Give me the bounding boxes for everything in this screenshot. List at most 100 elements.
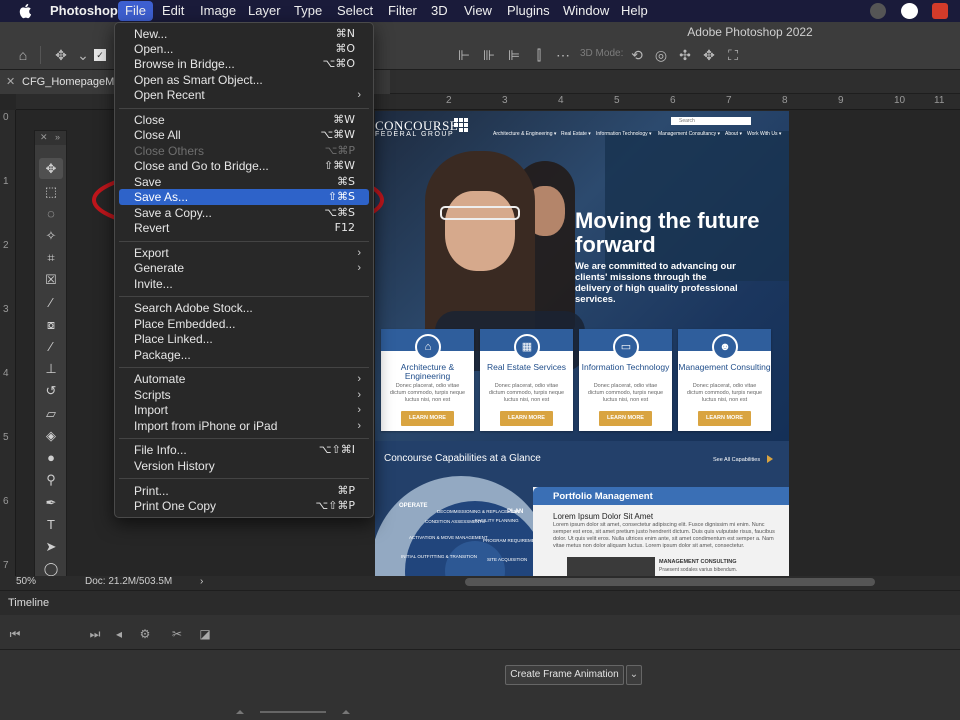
brush-tool[interactable]: ∕	[39, 336, 63, 357]
creative-cloud-icon[interactable]	[901, 3, 918, 19]
document-canvas[interactable]: CONCOURSE FEDERAL GROUP Search Architect…	[375, 111, 789, 576]
3d-slide-icon[interactable]: ✥	[700, 46, 718, 64]
menu-item-place-linked[interactable]: Place Linked...	[119, 331, 369, 347]
menu-item-search-adobe-stock[interactable]: Search Adobe Stock...	[119, 300, 369, 316]
stamp-tool[interactable]: ⊥	[39, 358, 63, 379]
menu-item-version-history[interactable]: Version History	[119, 458, 369, 474]
menu-item-print[interactable]: Print... ⌘P	[119, 483, 369, 499]
menu-item-print-one-copy[interactable]: Print One Copy ⌥⇧⌘P	[119, 498, 369, 514]
expand-icon[interactable]: »	[55, 132, 60, 142]
path-selection-tool[interactable]: ➤	[39, 536, 63, 557]
frame-tool[interactable]: ☒	[39, 269, 63, 290]
zoom-level[interactable]: 50%	[16, 576, 36, 587]
align-right-icon[interactable]: ⊫	[505, 46, 523, 64]
menu-item-file-info[interactable]: File Info... ⌥⇧⌘I	[119, 442, 369, 458]
menu-3d[interactable]: 3D	[424, 0, 455, 22]
menu-item-label: Generate	[134, 261, 185, 275]
menu-window[interactable]: Window	[556, 0, 616, 22]
menu-app-name[interactable]: Photoshop	[43, 0, 125, 22]
tools-panel-grip[interactable]: ✕ »	[35, 131, 66, 145]
apple-logo-icon[interactable]	[18, 3, 32, 19]
chevron-down-icon[interactable]: ⌄	[626, 665, 642, 685]
menu-item-close-all[interactable]: Close All ⌥⌘W	[119, 127, 369, 143]
3d-pan-icon[interactable]: ✣	[676, 46, 694, 64]
settings-gear-icon[interactable]: ⚙	[136, 625, 154, 643]
menu-item-save-a-copy[interactable]: Save a Copy... ⌥⌘S	[119, 205, 369, 221]
type-tool[interactable]: T	[39, 514, 63, 535]
collapse-icon[interactable]: ✕	[40, 132, 48, 143]
transition-icon[interactable]: ◪	[196, 625, 214, 643]
spot-healing-tool[interactable]: ⧇	[39, 314, 63, 335]
timeline-title[interactable]: Timeline	[8, 597, 49, 609]
menu-item-save[interactable]: Save ⌘S	[119, 174, 369, 190]
menu-file[interactable]: File	[118, 1, 153, 21]
menu-select[interactable]: Select	[330, 0, 380, 22]
menu-filter[interactable]: Filter	[381, 0, 424, 22]
menu-view[interactable]: View	[457, 0, 499, 22]
menu-item-close[interactable]: Close ⌘W	[119, 112, 369, 128]
distribute-icon[interactable]: ⫿	[530, 46, 548, 64]
menu-plugins[interactable]: Plugins	[500, 0, 557, 22]
menu-item-open[interactable]: Open... ⌘O	[119, 41, 369, 57]
menu-item-revert[interactable]: Revert F12	[119, 220, 369, 236]
menu-item-scripts[interactable]: Scripts ›	[119, 387, 369, 403]
menu-layer[interactable]: Layer	[241, 0, 288, 22]
learn-more-button: LEARN MORE	[698, 411, 751, 426]
create-frame-animation-button[interactable]: Create Frame Animation	[505, 665, 624, 685]
eraser-tool[interactable]: ▱	[39, 403, 63, 424]
menu-image[interactable]: Image	[193, 0, 243, 22]
menu-item-close-others: Close Others ⌥⌘P	[119, 143, 369, 159]
menu-item-save-as[interactable]: Save As... ⇧⌘S	[119, 189, 369, 205]
history-brush-tool[interactable]: ↺	[39, 380, 63, 401]
horizontal-scrollbar[interactable]	[465, 578, 875, 586]
menu-item-new[interactable]: New... ⌘N	[119, 26, 369, 42]
menu-item-label: Export	[134, 246, 169, 260]
menu-edit[interactable]: Edit	[155, 0, 191, 22]
menu-item-generate[interactable]: Generate ›	[119, 260, 369, 276]
auto-select-checkbox[interactable]: ✓	[94, 49, 106, 61]
align-center-icon[interactable]: ⊪	[480, 46, 498, 64]
menu-item-import[interactable]: Import ›	[119, 402, 369, 418]
move-tool[interactable]: ✥	[39, 158, 63, 179]
more-options-icon[interactable]: ⋯	[554, 46, 572, 64]
split-scissors-icon[interactable]: ✂	[168, 625, 186, 643]
align-left-icon[interactable]: ⊩	[455, 46, 473, 64]
menu-item-shortcut: ⌥⇧⌘I	[318, 443, 355, 456]
menu-item-import-from-iphone-or-ipad[interactable]: Import from iPhone or iPad ›	[119, 418, 369, 434]
magic-wand-tool[interactable]: ✧	[39, 225, 63, 246]
timeline-zoom-slider[interactable]	[230, 709, 370, 715]
menu-item-export[interactable]: Export ›	[119, 245, 369, 261]
menu-item-open-as-smart-object[interactable]: Open as Smart Object...	[119, 72, 369, 88]
pen-tool[interactable]: ✒	[39, 492, 63, 513]
3d-orbit-icon[interactable]: ⟲	[628, 46, 646, 64]
menu-item-place-embedded[interactable]: Place Embedded...	[119, 316, 369, 332]
menu-item-package[interactable]: Package...	[119, 347, 369, 363]
lasso-tool[interactable]: ◌	[39, 203, 63, 224]
3d-roll-icon[interactable]: ◎	[652, 46, 670, 64]
crop-tool[interactable]: ⌗	[39, 247, 63, 268]
blur-tool[interactable]: ●	[39, 447, 63, 468]
menu-item-open-recent[interactable]: Open Recent ›	[119, 87, 369, 103]
home-icon[interactable]: ⌂	[14, 46, 32, 64]
dropbox-icon[interactable]	[932, 3, 948, 19]
user-avatar-icon[interactable]	[870, 3, 886, 19]
move-tool-icon[interactable]: ✥	[52, 46, 70, 64]
marquee-tool[interactable]: ⬚	[39, 181, 63, 202]
wheel-inner-label: SITE ACQUISITION	[487, 557, 528, 562]
chevron-down-icon[interactable]: ⌄	[74, 46, 92, 64]
menu-help[interactable]: Help	[614, 0, 655, 22]
paint-bucket-tool[interactable]: ◈	[39, 425, 63, 446]
dodge-tool[interactable]: ⚲	[39, 469, 63, 490]
close-icon[interactable]: ✕	[6, 70, 15, 94]
menu-item-automate[interactable]: Automate ›	[119, 371, 369, 387]
chevron-right-icon[interactable]: ›	[200, 576, 203, 587]
eyedropper-tool[interactable]: ⁄	[39, 292, 63, 313]
go-to-next-frame-icon[interactable]: ⏭	[86, 625, 104, 643]
go-to-first-frame-icon[interactable]: ⏮	[6, 625, 24, 643]
menu-type[interactable]: Type	[287, 0, 329, 22]
menu-item-invite[interactable]: Invite...	[119, 276, 369, 292]
menu-item-close-and-go-to-bridge[interactable]: Close and Go to Bridge... ⇧⌘W	[119, 158, 369, 174]
audio-icon[interactable]: ◂	[110, 625, 128, 643]
menu-item-browse-in-bridge[interactable]: Browse in Bridge... ⌥⌘O	[119, 56, 369, 72]
3d-scale-icon[interactable]: ⛶	[724, 46, 742, 64]
